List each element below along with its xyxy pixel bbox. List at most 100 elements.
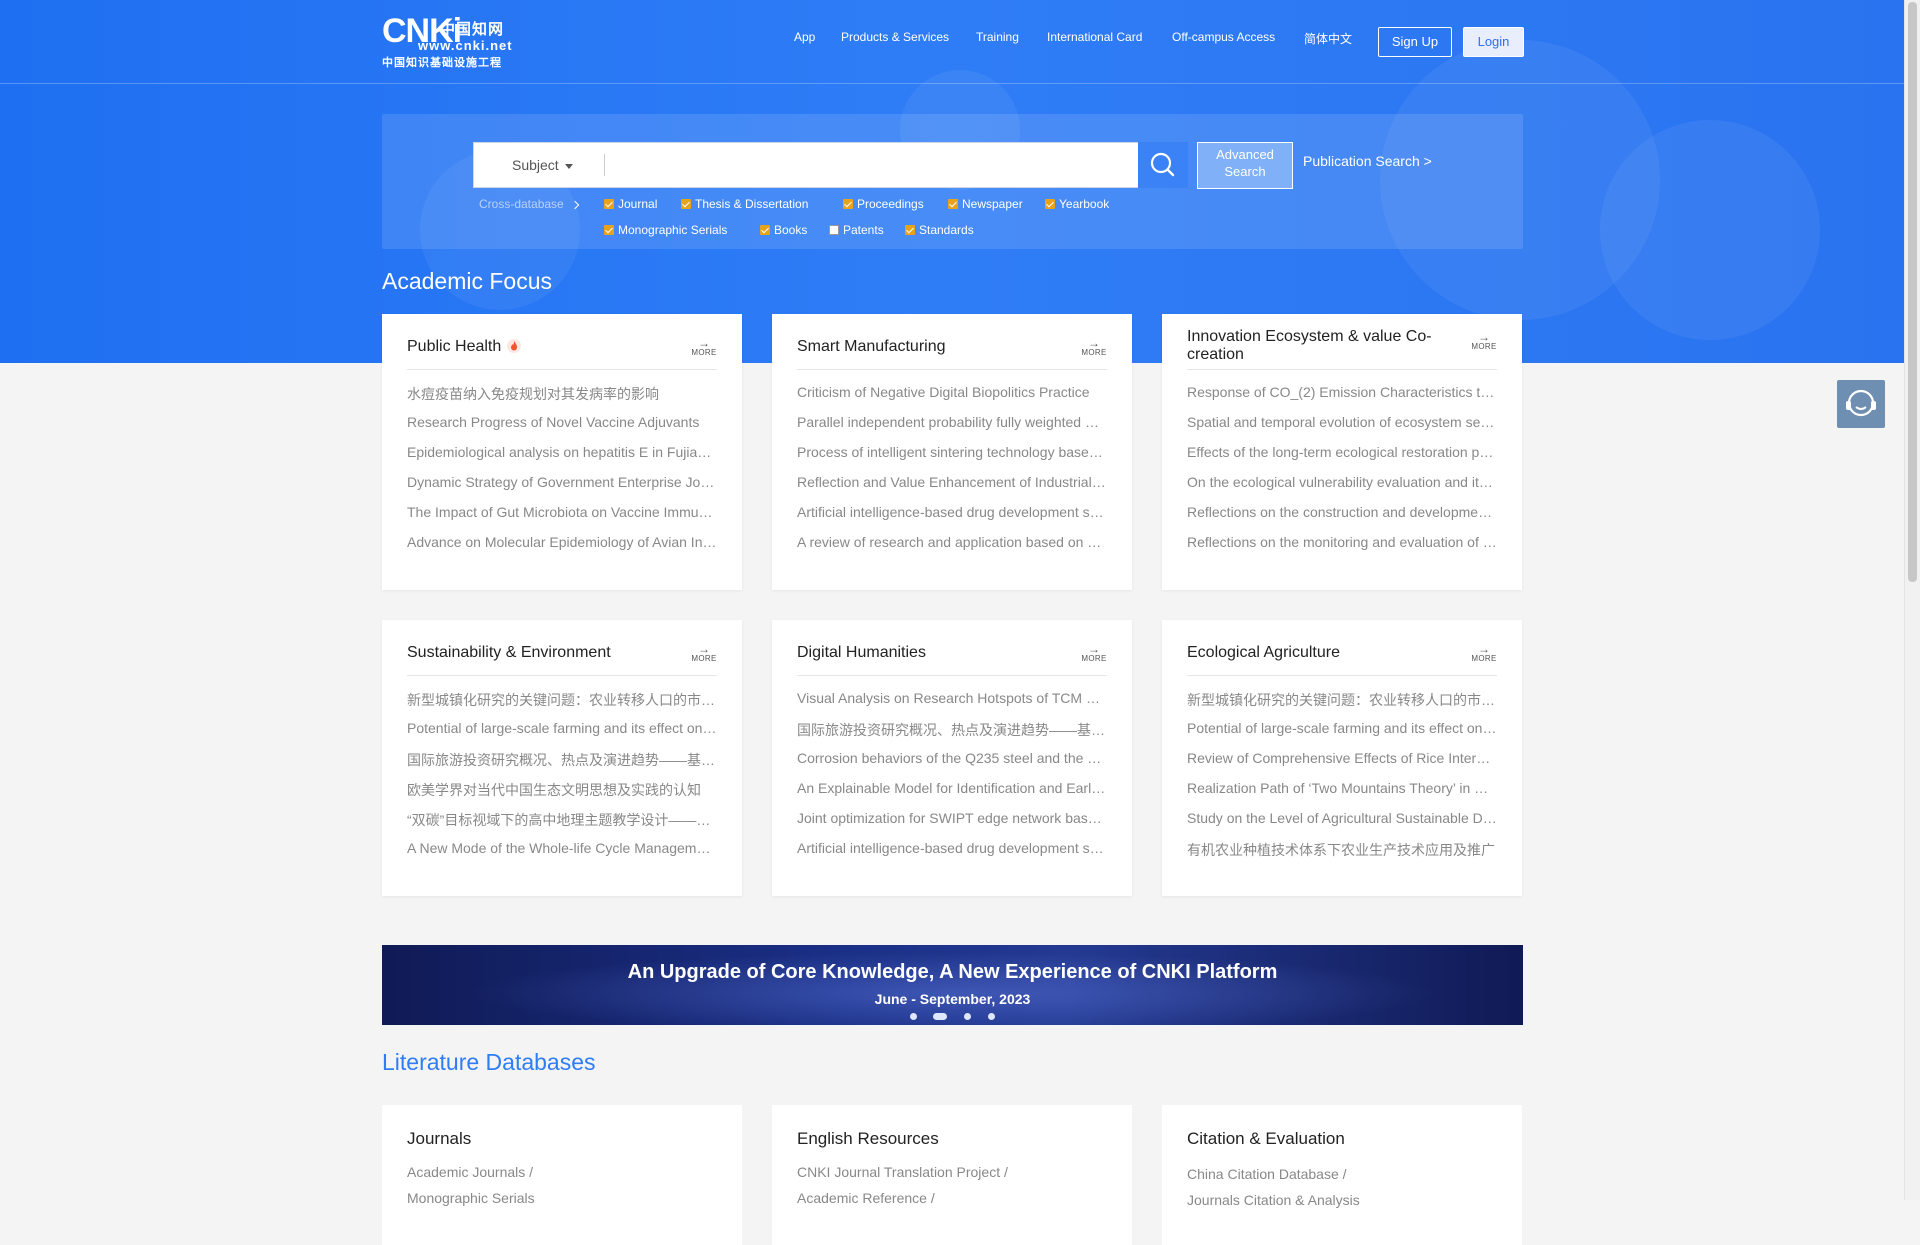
carousel-dot-2[interactable] (933, 1013, 947, 1020)
article-link[interactable]: 新型城镇化研究的关键问题：农业转移人口的市民化 (407, 690, 717, 710)
carousel-dot-4[interactable] (988, 1013, 995, 1020)
lit-link[interactable]: China Citation Database / (1187, 1166, 1347, 1182)
focus-card-title[interactable]: Public Health (407, 338, 677, 356)
cross-database-toggle[interactable]: Cross-database (479, 197, 579, 211)
db-option-books[interactable]: Books (760, 223, 807, 237)
article-link[interactable]: Joint optimization for SWIPT edge networ… (797, 810, 1107, 826)
article-link[interactable]: “双碳”目标视域下的高中地理主题教学设计——以碳中和为例 (407, 810, 717, 830)
article-link[interactable]: 新型城镇化研究的关键问题：农业转移人口的市民化 (1187, 690, 1497, 710)
lit-link[interactable]: Academic Journals / (407, 1164, 533, 1180)
db-option-standards[interactable]: Standards (905, 223, 974, 237)
nav-international-card[interactable]: International Card (1047, 30, 1142, 44)
lit-link[interactable]: Journals Citation & Analysis (1187, 1192, 1360, 1208)
nav-products-services[interactable]: Products & Services (841, 30, 949, 44)
checkbox-unchecked[interactable] (829, 225, 839, 235)
article-link[interactable]: Artificial intelligence-based drug devel… (797, 504, 1107, 520)
lit-card-title[interactable]: English Resources (797, 1129, 939, 1149)
checkbox-checked[interactable] (604, 225, 614, 235)
article-link[interactable]: Epidemiological analysis on hepatitis E … (407, 444, 717, 460)
cnki-logo[interactable]: CNKi 中国知网 www.cnki.net 中国知识基础设施工程 (382, 14, 534, 69)
article-link[interactable]: Criticism of Negative Digital Biopolitic… (797, 384, 1107, 400)
article-link[interactable]: Potential of large-scale farming and its… (407, 720, 717, 736)
article-link[interactable]: Potential of large-scale farming and its… (1187, 720, 1497, 736)
focus-card-title[interactable]: Ecological Agriculture (1187, 644, 1457, 662)
publication-search-link[interactable]: Publication Search > (1303, 153, 1432, 169)
nav-app[interactable]: App (794, 30, 815, 44)
arrow-right-icon: → (1478, 330, 1490, 344)
article-link[interactable]: A review of research and application bas… (797, 534, 1107, 550)
carousel-dot-1[interactable] (910, 1013, 917, 1020)
more-link[interactable]: → MORE (691, 337, 717, 357)
checkbox-checked[interactable] (948, 199, 958, 209)
sign-up-button[interactable]: Sign Up (1378, 27, 1452, 57)
article-link[interactable]: Visual Analysis on Research Hotspots of … (797, 690, 1107, 706)
checkbox-checked[interactable] (604, 199, 614, 209)
more-link[interactable]: → MORE (1081, 337, 1107, 357)
login-button[interactable]: Login (1463, 27, 1524, 57)
article-link[interactable]: Advance on Molecular Epidemiology of Avi… (407, 534, 717, 550)
nav-language-switch[interactable]: 简体中文 (1304, 30, 1352, 47)
nav-training[interactable]: Training (976, 30, 1019, 44)
db-option-yearbook[interactable]: Yearbook (1045, 197, 1109, 211)
article-link[interactable]: Reflection and Value Enhancement of Indu… (797, 474, 1107, 490)
article-link[interactable]: Effects of the long-term ecological rest… (1187, 444, 1497, 460)
focus-card-title[interactable]: Smart Manufacturing (797, 338, 1067, 356)
article-link[interactable]: 水痘疫苗纳入免疫规划对其发病率的影响 (407, 384, 717, 404)
article-link[interactable]: Realization Path of ‘Two Mountains Theor… (1187, 780, 1497, 796)
checkbox-checked[interactable] (1045, 199, 1055, 209)
checkbox-checked[interactable] (843, 199, 853, 209)
more-link[interactable]: → MORE (1471, 330, 1497, 351)
article-link[interactable]: The Impact of Gut Microbiota on Vaccine … (407, 504, 717, 520)
db-option-newspaper[interactable]: Newspaper (948, 197, 1023, 211)
more-link[interactable]: → MORE (1081, 643, 1107, 663)
article-link[interactable]: Reflections on the monitoring and evalua… (1187, 534, 1497, 550)
lit-link[interactable]: Monographic Serials (407, 1190, 535, 1206)
checkbox-checked[interactable] (905, 225, 915, 235)
focus-card-title[interactable]: Innovation Ecosystem & value Co-creation (1187, 328, 1457, 364)
article-link[interactable]: Study on the Level of Agricultural Susta… (1187, 810, 1497, 826)
article-link[interactable]: 国际旅游投资研究概况、热点及演进趋势——基于文献计量 (797, 720, 1107, 740)
carousel-dot-3[interactable] (964, 1013, 971, 1020)
article-link[interactable]: On the ecological vulnerability evaluati… (1187, 474, 1497, 490)
checkbox-checked[interactable] (760, 225, 770, 235)
article-link[interactable]: Spatial and temporal evolution of ecosys… (1187, 414, 1497, 430)
focus-card-title[interactable]: Digital Humanities (797, 644, 1067, 662)
article-link[interactable]: 欧美学界对当代中国生态文明思想及实践的认知 (407, 780, 717, 800)
article-link[interactable]: Research Progress of Novel Vaccine Adjuv… (407, 414, 717, 430)
lit-link[interactable]: CNKI Journal Translation Project / (797, 1164, 1008, 1180)
search-button[interactable] (1138, 142, 1188, 188)
article-link[interactable]: Process of intelligent sintering technol… (797, 444, 1107, 460)
db-option-patents[interactable]: Patents (829, 223, 884, 237)
more-link[interactable]: → MORE (691, 643, 717, 663)
lit-card-title[interactable]: Citation & Evaluation (1187, 1129, 1345, 1149)
article-link[interactable]: A New Mode of the Whole-life Cycle Manag… (407, 840, 717, 856)
article-link[interactable]: 国际旅游投资研究概况、热点及演进趋势——基于文献计量 (407, 750, 717, 770)
customer-service-button[interactable] (1837, 380, 1885, 428)
promo-banner[interactable]: An Upgrade of Core Knowledge, A New Expe… (382, 945, 1523, 1025)
nav-off-campus-access[interactable]: Off-campus Access (1172, 30, 1275, 44)
subject-dropdown[interactable]: Subject (512, 143, 573, 187)
advanced-search-button[interactable]: Advanced Search (1197, 142, 1293, 189)
lit-card-title[interactable]: Journals (407, 1129, 471, 1149)
article-link[interactable]: 有机农业种植技术体系下农业生产技术应用及推广 (1187, 840, 1497, 860)
search-input[interactable] (614, 149, 1108, 183)
db-option-monographic-serials[interactable]: Monographic Serials (604, 223, 727, 237)
article-link[interactable]: An Explainable Model for Identification … (797, 780, 1107, 796)
page-scrollbar[interactable] (1904, 0, 1920, 1200)
focus-card-title[interactable]: Sustainability & Environment (407, 644, 677, 662)
more-link[interactable]: → MORE (1471, 643, 1497, 663)
article-link[interactable]: Dynamic Strategy of Government Enterpris… (407, 474, 717, 490)
db-option-thesis[interactable]: Thesis & Dissertation (681, 197, 808, 211)
article-link[interactable]: Reflections on the construction and deve… (1187, 504, 1497, 520)
lit-link[interactable]: Academic Reference / (797, 1190, 935, 1206)
checkbox-checked[interactable] (681, 199, 691, 209)
article-link[interactable]: Review of Comprehensive Effects of Rice … (1187, 750, 1497, 766)
article-link[interactable]: Corrosion behaviors of the Q235 steel an… (797, 750, 1107, 766)
article-link[interactable]: Response of CO_(2) Emission Characterist… (1187, 384, 1497, 400)
article-link[interactable]: Parallel independent probability fully w… (797, 414, 1107, 430)
db-option-proceedings[interactable]: Proceedings (843, 197, 924, 211)
scrollbar-thumb[interactable] (1908, 2, 1917, 582)
article-link[interactable]: Artificial intelligence-based drug devel… (797, 840, 1107, 856)
search-box: Subject (473, 142, 1140, 188)
db-option-journal[interactable]: Journal (604, 197, 657, 211)
